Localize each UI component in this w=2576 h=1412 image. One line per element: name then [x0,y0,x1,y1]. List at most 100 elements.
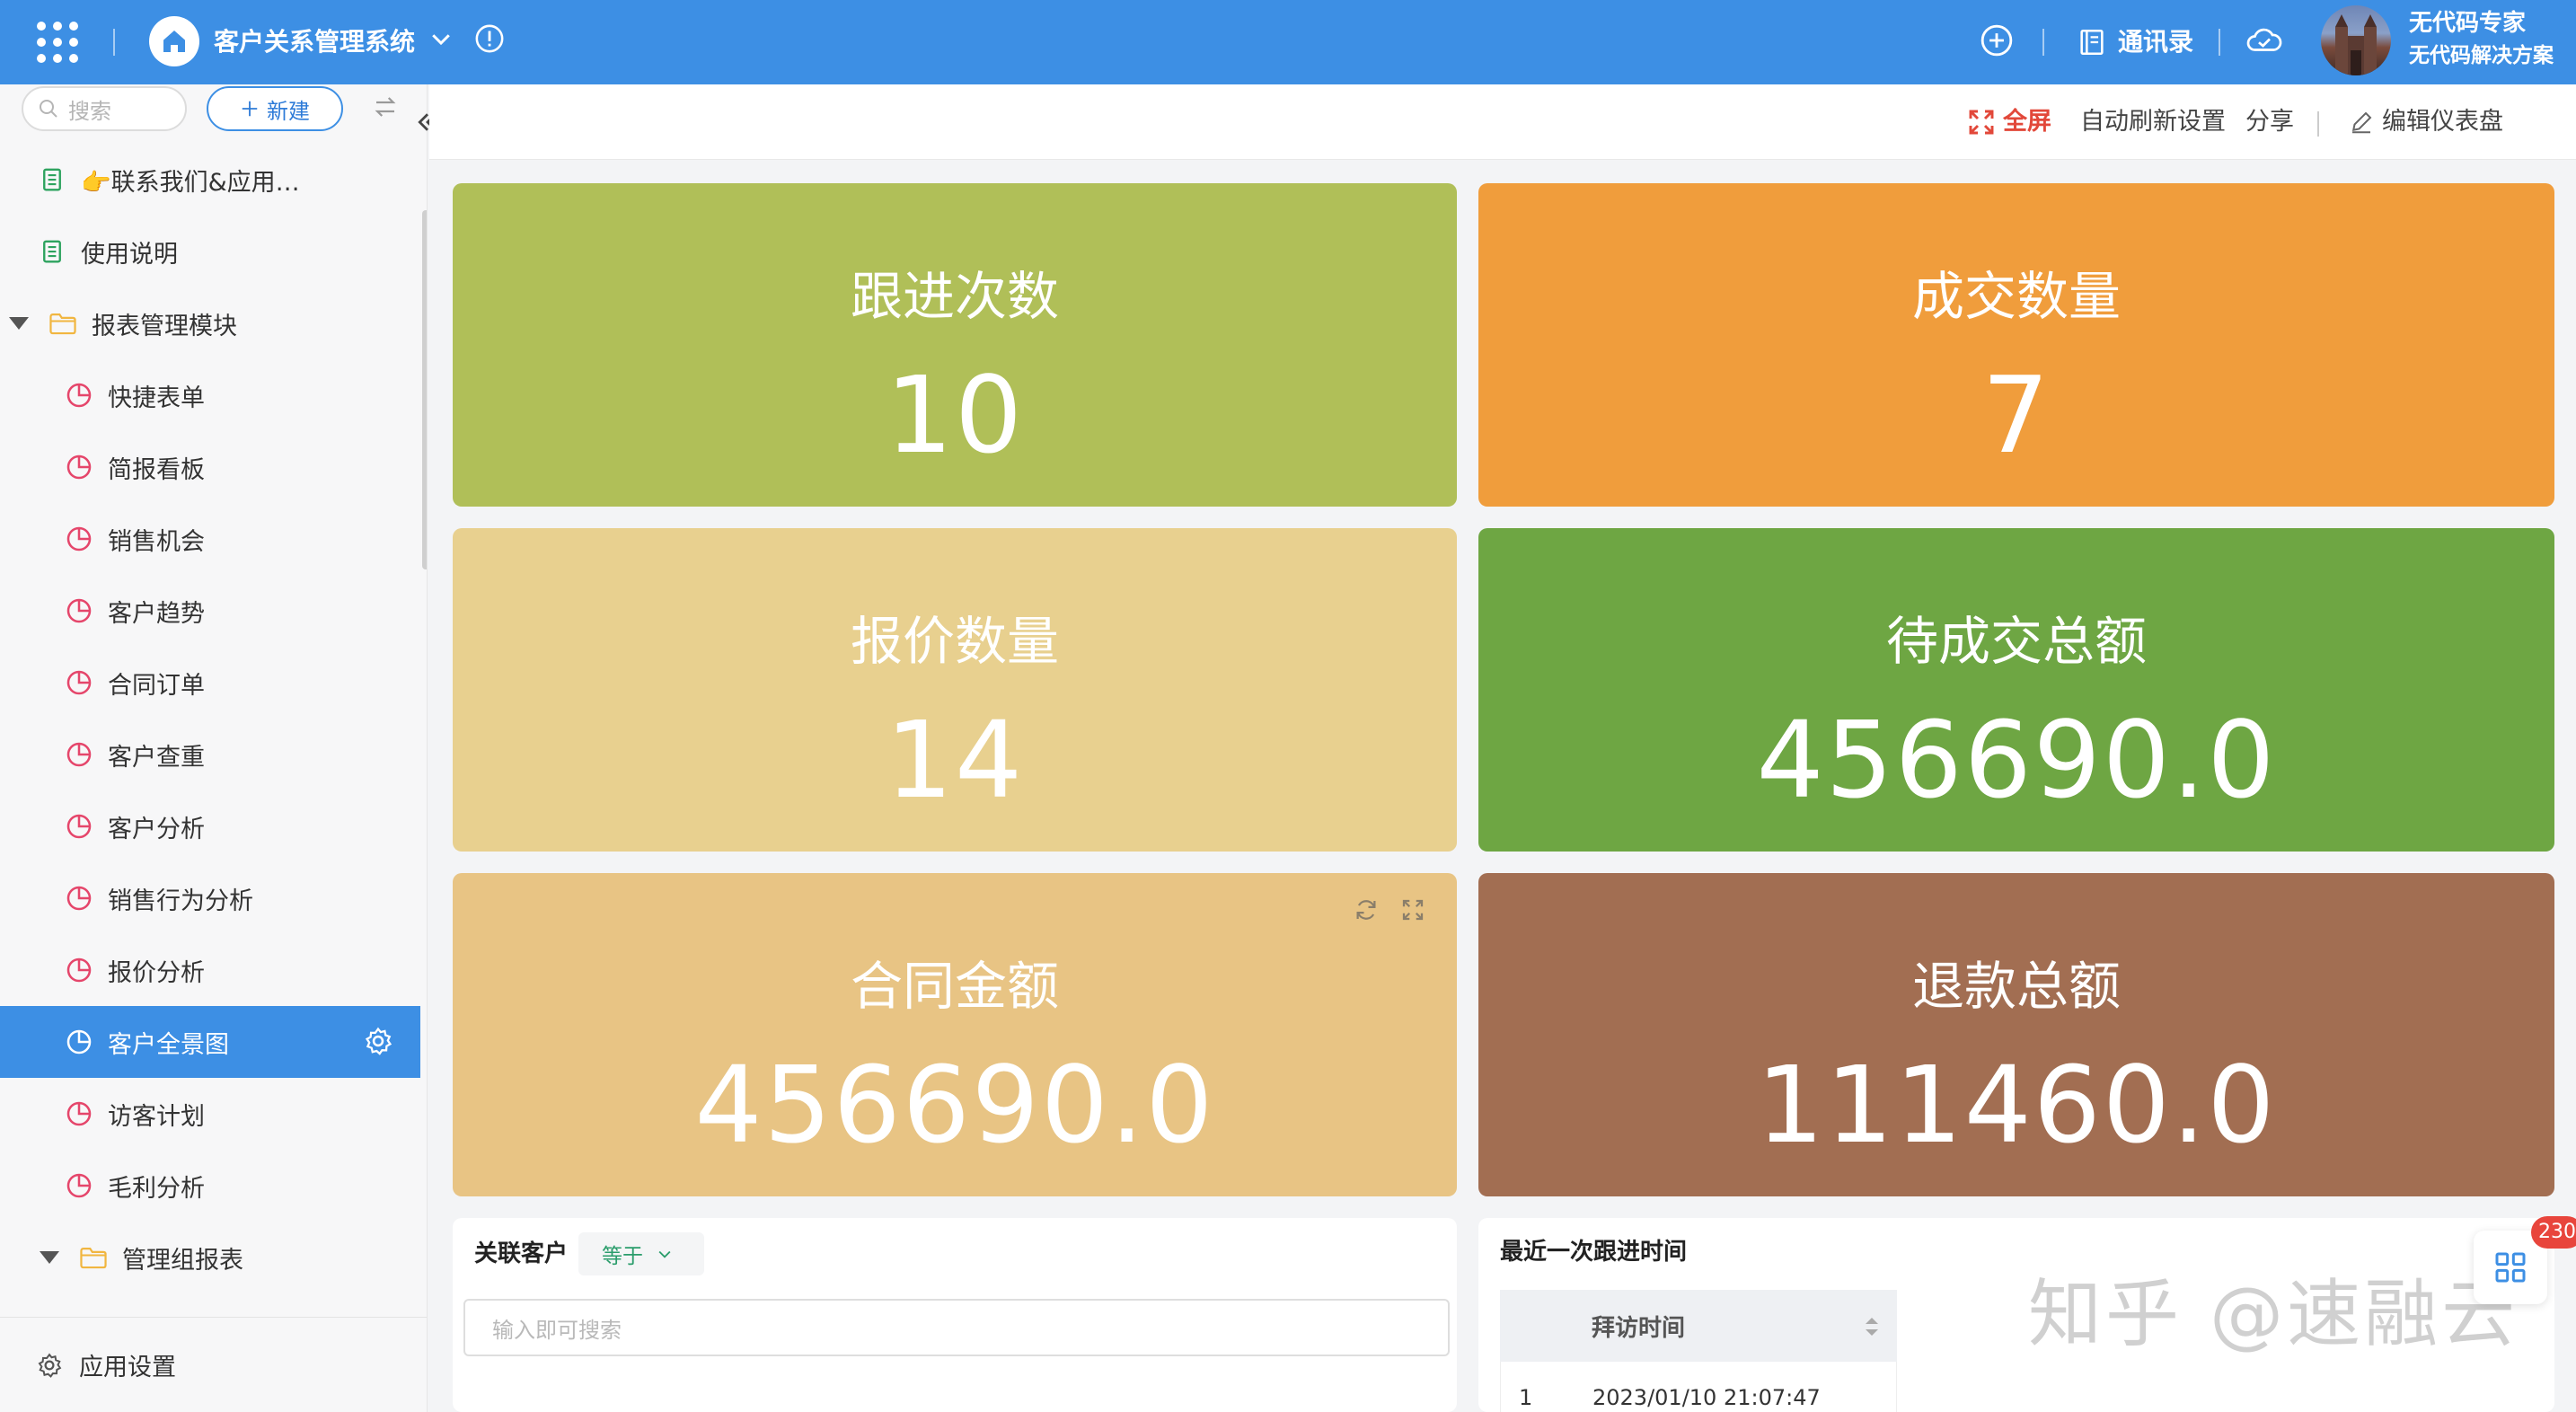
share-button[interactable]: 分享 [2245,106,2294,138]
sidebar-item-label: 管理组报表 [122,1246,243,1275]
card-value: 7 [1981,353,2051,477]
new-button[interactable]: 新建 [207,86,343,131]
sidebar-item[interactable]: 客户全景图 [0,1006,420,1078]
add-circle-icon[interactable] [1980,23,2014,61]
filter-panel: 关联客户 等于 输入即可搜索 [453,1218,1457,1412]
pie-chart-icon [63,666,95,699]
sidebar-item-label: 销售行为分析 [108,887,253,915]
sidebar-item[interactable]: 快捷表单 [0,359,420,431]
app-settings-button[interactable]: 应用设置 [0,1317,427,1412]
sidebar-item-label: 客户分析 [108,815,205,843]
app-title[interactable]: 客户关系管理系统 [214,22,415,63]
pie-chart-icon [63,451,95,483]
stat-card-refund-amount[interactable]: 退款总额 111460.0 [1478,873,2554,1196]
contacts-label: 通讯录 [2118,27,2194,57]
fullscreen-button[interactable]: 全屏 [1967,106,2051,138]
pie-chart-icon [63,810,95,843]
card-title: 成交数量 [1911,266,2121,327]
card-title: 退款总额 [1911,956,2121,1017]
gear-icon[interactable] [363,1026,393,1056]
auto-refresh-button[interactable]: 自动刷新设置 [2080,106,2226,138]
sidebar-item[interactable]: 毛利分析 [0,1150,420,1222]
stat-card-pending-amount[interactable]: 待成交总额 456690.0 [1478,528,2554,852]
filter-label: 关联客户 [474,1240,569,1267]
sidebar-item-label: 销售机会 [108,527,205,556]
sidebar-item[interactable]: 报价分析 [0,934,420,1006]
card-title: 跟进次数 [850,266,1059,327]
sidebar-item[interactable]: 销售行为分析 [0,862,420,934]
card-value: 111460.0 [1756,1043,2277,1167]
table-row[interactable]: 1 2023/01/10 21:07:47 [1500,1362,1897,1412]
folder-icon [47,307,79,340]
card-value: 10 [885,353,1025,477]
fullscreen-label: 全屏 [2003,108,2051,136]
user-name: 无代码专家 [2409,10,2527,37]
sidebar-item-label: 客户趋势 [108,599,205,628]
search-placeholder: 搜索 [68,98,111,124]
stat-card-follow-ups[interactable]: 跟进次数 10 [453,183,1457,507]
stat-card-quotes[interactable]: 报价数量 14 [453,528,1457,852]
sidebar-scrollbar[interactable] [422,210,427,569]
notification-badge: 230 [2531,1216,2576,1249]
edit-dashboard-button[interactable]: 编辑仪表盘 [2348,106,2503,138]
divider [2042,29,2044,56]
customer-search-input[interactable]: 输入即可搜索 [463,1299,1450,1356]
sidebar-item-label: 使用说明 [81,240,178,269]
cloud-sync-icon[interactable] [2245,23,2283,61]
card-tools [1353,896,1426,923]
edit-dashboard-label: 编辑仪表盘 [2382,108,2503,136]
grid-apps-icon [2495,1252,2526,1283]
user-info[interactable]: 无代码专家 无代码解决方案 [2409,7,2554,72]
sidebar-search-input[interactable]: 搜索 [22,86,187,131]
pie-chart-icon [63,595,95,627]
search-placeholder: 输入即可搜索 [492,1317,622,1343]
dashboard-toolbar: 全屏 自动刷新设置 分享 编辑仪表盘 [429,84,2576,160]
contacts-button[interactable]: 通讯录 [2077,22,2193,63]
chevron-down-icon[interactable] [428,25,454,56]
card-value: 456690.0 [1756,698,2277,822]
sidebar-item[interactable]: 客户分析 [0,790,420,862]
divider [2317,111,2319,137]
expand-icon[interactable] [1399,896,1426,923]
sidebar-item[interactable]: 报表管理模块 [0,287,420,359]
folder-icon [77,1241,110,1274]
stat-card-deals[interactable]: 成交数量 7 [1478,183,2554,507]
sidebar-item-label: 简报看板 [108,455,205,484]
sidebar-item[interactable]: 👉联系我们&应用… [0,144,420,216]
divider [2219,29,2220,56]
row-value: 2023/01/10 21:07:47 [1592,1385,1821,1410]
info-icon[interactable] [474,23,505,57]
document-icon [36,163,68,196]
row-index: 1 [1519,1385,1533,1410]
card-value: 14 [885,698,1025,822]
app-grid-icon[interactable] [36,21,79,64]
refresh-icon[interactable] [1353,896,1380,923]
expand-caret-icon[interactable] [9,317,29,330]
stat-card-contract-amount[interactable]: 合同金额 456690.0 [453,873,1457,1196]
pie-chart-icon [63,954,95,986]
card-title: 报价数量 [850,611,1059,672]
sidebar-item[interactable]: 客户查重 [0,719,420,790]
pie-chart-icon [63,379,95,411]
auto-refresh-label: 自动刷新设置 [2080,108,2226,136]
sidebar-item[interactable]: 使用说明 [0,216,420,287]
sidebar-item[interactable]: 管理组报表 [0,1222,420,1293]
chevron-down-icon [658,1250,671,1258]
sidebar-item[interactable]: 销售机会 [0,503,420,575]
operator-select[interactable]: 等于 [578,1232,704,1275]
pie-chart-icon [63,1169,95,1202]
sidebar-toolbar: 搜索 新建 [0,84,427,135]
sidebar-item-label: 报表管理模块 [92,312,237,340]
home-icon[interactable] [149,16,199,66]
operator-value: 等于 [602,1245,643,1268]
expand-caret-icon[interactable] [40,1251,59,1264]
sidebar-item[interactable]: 客户趋势 [0,575,420,647]
sort-icon[interactable] [1863,1315,1881,1338]
swap-icon[interactable] [372,93,399,124]
sidebar-item[interactable]: 访客计划 [0,1078,420,1150]
sidebar-item[interactable]: 合同订单 [0,647,420,719]
pie-chart-icon [63,1026,95,1058]
table-header[interactable]: 拜访时间 [1500,1290,1897,1362]
sidebar-item[interactable]: 简报看板 [0,431,420,503]
avatar[interactable] [2321,5,2391,75]
